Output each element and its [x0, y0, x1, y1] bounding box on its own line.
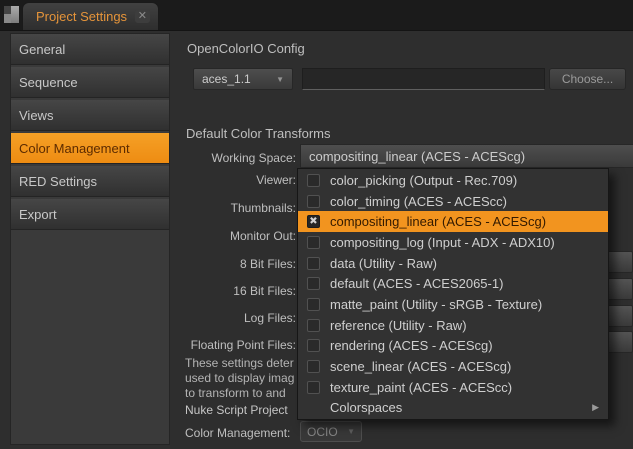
tab-title: Project Settings	[36, 9, 135, 24]
menu-item-label: compositing_log (Input - ADX - ADX10)	[330, 235, 555, 250]
menu-item-label: scene_linear (ACES - ACEScg)	[330, 359, 511, 374]
menu-item-label: compositing_linear (ACES - ACEScg)	[330, 214, 546, 229]
check-icon: ✖	[309, 217, 317, 227]
color-management-value: OCIO	[307, 425, 338, 439]
choose-button[interactable]: Choose...	[549, 68, 626, 90]
checkbox-checked: ✖	[307, 215, 320, 228]
sidebar-item-label: RED Settings	[19, 174, 97, 189]
menu-item-rendering[interactable]: rendering (ACES - ACEScg)	[298, 336, 608, 357]
menu-item-label: reference (Utility - Raw)	[330, 318, 467, 333]
sidebar-item-color-management[interactable]: Color Management	[11, 133, 169, 164]
sidebar-item-general[interactable]: General	[11, 34, 169, 65]
sidebar-item-label: Color Management	[19, 141, 130, 156]
default-transforms-section-label: Default Color Transforms	[186, 126, 331, 141]
menu-item-matte-paint[interactable]: matte_paint (Utility - sRGB - Texture)	[298, 294, 608, 315]
working-space-select[interactable]: compositing_linear (ACES - ACEScg)	[300, 144, 633, 168]
ocio-config-select[interactable]: aces_1.1 ▼	[193, 68, 293, 90]
monitor-out-label: Monitor Out:	[170, 229, 296, 243]
sidebar-item-export[interactable]: Export	[11, 199, 169, 230]
menu-item-color-picking[interactable]: color_picking (Output - Rec.709)	[298, 170, 608, 191]
menu-item-color-timing[interactable]: color_timing (ACES - ACEScc)	[298, 191, 608, 212]
working-space-dropdown-menu: color_picking (Output - Rec.709) color_t…	[297, 168, 609, 420]
checkbox-unchecked	[307, 257, 320, 270]
checkbox-unchecked	[307, 298, 320, 311]
menu-item-scene-linear[interactable]: scene_linear (ACES - ACEScg)	[298, 356, 608, 377]
menu-item-compositing-log[interactable]: compositing_log (Input - ADX - ADX10)	[298, 232, 608, 253]
sidebar-item-label: Views	[19, 108, 53, 123]
sidebar-item-sequence[interactable]: Sequence	[11, 67, 169, 98]
color-management-select[interactable]: OCIO ▼	[300, 421, 362, 442]
menu-item-compositing-linear[interactable]: ✖ compositing_linear (ACES - ACEScg)	[298, 211, 608, 232]
settings-description-line: used to display imag	[185, 371, 294, 385]
color-management-label: Color Management:	[185, 426, 290, 440]
sidebar-item-label: Sequence	[19, 75, 78, 90]
sidebar-item-views[interactable]: Views	[11, 100, 169, 131]
menu-item-label: color_timing (ACES - ACEScc)	[330, 194, 507, 209]
menu-item-label: texture_paint (ACES - ACEScc)	[330, 380, 512, 395]
working-space-value: compositing_linear (ACES - ACEScg)	[309, 149, 525, 164]
log-files-label: Log Files:	[170, 311, 296, 325]
checkbox-unchecked	[307, 195, 320, 208]
menu-item-texture-paint[interactable]: texture_paint (ACES - ACEScc)	[298, 377, 608, 398]
script-project-label: Nuke Script Project	[185, 403, 288, 417]
checkbox-unchecked	[307, 360, 320, 373]
checkbox-unchecked	[307, 236, 320, 249]
menu-item-label: default (ACES - ACES2065-1)	[330, 276, 503, 291]
ocio-config-section-label: OpenColorIO Config	[187, 41, 305, 56]
sidebar-item-label: General	[19, 42, 65, 57]
menu-item-label: matte_paint (Utility - sRGB - Texture)	[330, 297, 542, 312]
choose-button-label: Choose...	[562, 72, 613, 86]
checkbox-unchecked	[307, 319, 320, 332]
checkbox-unchecked	[307, 339, 320, 352]
floating-point-files-label: Floating Point Files:	[170, 338, 296, 352]
viewer-label: Viewer:	[170, 173, 296, 187]
ocio-config-select-value: aces_1.1	[202, 72, 251, 86]
menu-item-label: rendering (ACES - ACEScg)	[330, 338, 493, 353]
ocio-custom-path-input[interactable]	[302, 68, 545, 90]
checkbox-unchecked	[307, 174, 320, 187]
menu-item-label: data (Utility - Raw)	[330, 256, 437, 271]
menu-item-label: Colorspaces	[330, 400, 402, 415]
menu-item-reference[interactable]: reference (Utility - Raw)	[298, 315, 608, 336]
sidebar-item-label: Export	[19, 207, 57, 222]
submenu-arrow-icon: ▶	[592, 402, 599, 413]
pane-layout-icon[interactable]	[4, 6, 19, 23]
tab-bar: Project Settings ✕	[0, 0, 633, 31]
checkbox-unchecked	[307, 381, 320, 394]
menu-item-label: color_picking (Output - Rec.709)	[330, 173, 517, 188]
tab-project-settings[interactable]: Project Settings ✕	[22, 2, 159, 30]
menu-item-data[interactable]: data (Utility - Raw)	[298, 253, 608, 274]
settings-description-line: These settings deter	[185, 356, 294, 370]
chevron-down-icon: ▼	[276, 75, 284, 84]
working-space-label: Working Space:	[170, 151, 296, 165]
thumbnails-label: Thumbnails:	[170, 201, 296, 215]
sidebar-item-red-settings[interactable]: RED Settings	[11, 166, 169, 197]
8-bit-files-label: 8 Bit Files:	[170, 257, 296, 271]
chevron-down-icon: ▼	[347, 427, 355, 436]
16-bit-files-label: 16 Bit Files:	[170, 284, 296, 298]
menu-item-default[interactable]: default (ACES - ACES2065-1)	[298, 273, 608, 294]
menu-item-colorspaces[interactable]: Colorspaces ▶	[298, 398, 608, 419]
checkbox-unchecked	[307, 277, 320, 290]
close-icon[interactable]: ✕	[135, 10, 150, 23]
settings-description-line: to transform to and	[185, 386, 286, 400]
settings-sidebar: General Sequence Views Color Management …	[10, 33, 170, 445]
